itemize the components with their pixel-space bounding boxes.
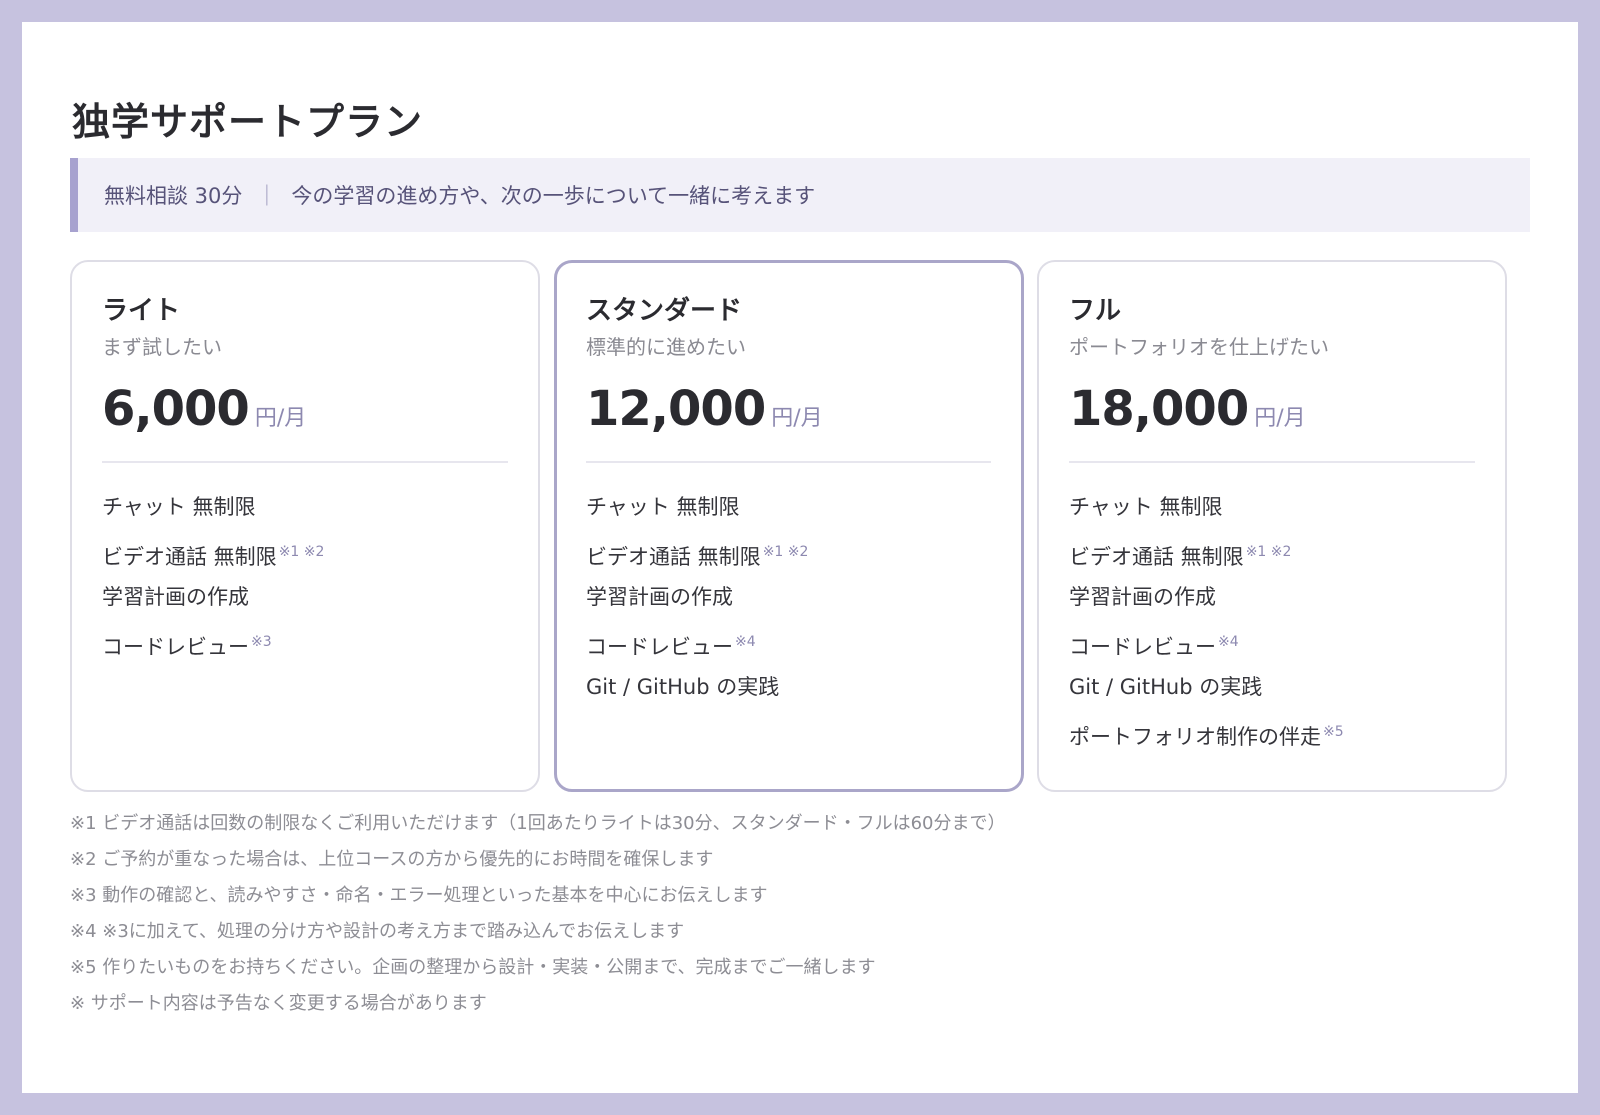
plan-card-light: ライト まず試したい 6,000 円/月 チャット 無制限 ビデオ通話 無制限 ※… [70, 260, 540, 792]
banner-lead: 無料相談 30分 [104, 184, 243, 208]
feature-item: ビデオ通話 無制限 ※1 ※2 [586, 530, 991, 575]
feature-label: Git / GitHub の実践 [586, 675, 780, 700]
feature-item: Git / GitHub の実践 [1069, 665, 1475, 710]
footnote: ※5 作りたいものをお持ちください。企画の整理から設計・実装・公開まで、完成まで… [70, 957, 876, 978]
feature-label: コードレビュー [586, 635, 733, 660]
price-row: 6,000 円/月 [102, 385, 508, 433]
feature-label: 学習計画の作成 [1069, 585, 1216, 610]
footnote: ※1 ビデオ通話は回数の制限なくご利用いただけます（1回あたりライトは30分、ス… [70, 813, 1006, 834]
footnote: ※4 ※3に加えて、処理の分け方や設計の考え方まで踏み込んでお伝えします [70, 921, 685, 942]
feature-label: チャット 無制限 [586, 495, 740, 520]
footnote-mark: ※4 [1218, 634, 1239, 651]
feature-label: チャット 無制限 [1069, 495, 1223, 520]
price-unit: 円/月 [771, 406, 823, 432]
footnote: ※3 動作の確認と、読みやすさ・命名・エラー処理といった基本を中心にお伝えします [70, 885, 768, 906]
footnote-mark: ※5 [1323, 724, 1344, 741]
feature-list: チャット 無制限 ビデオ通話 無制限 ※1 ※2 学習計画の作成 コードレビュー ※… [586, 485, 991, 710]
price-unit: 円/月 [254, 406, 307, 432]
divider [1069, 461, 1475, 464]
plan-card-full: フル ポートフォリオを仕上げたい 18,000 円/月 チャット 無制限 ビデオ… [1037, 260, 1507, 792]
feature-label: チャット 無制限 [102, 495, 256, 520]
feature-item: 学習計画の作成 [586, 575, 991, 620]
price-unit: 円/月 [1254, 406, 1306, 432]
feature-item: Git / GitHub の実践 [586, 665, 991, 710]
pricing-page: 独学サポートプラン 無料相談 30分 ｜ 今の学習の進め方や、次の一歩について一… [22, 22, 1578, 1093]
page-title: 独学サポートプラン [72, 100, 424, 144]
plan-subtitle: ポートフォリオを仕上げたい [1069, 335, 1329, 360]
feature-item: コードレビュー ※4 [1069, 620, 1475, 665]
feature-item: ポートフォリオ制作の伴走 ※5 [1069, 710, 1475, 755]
plan-subtitle: 標準的に進めたい [586, 335, 746, 360]
feature-item: チャット 無制限 [1069, 485, 1475, 530]
plan-price: 6,000 [102, 381, 250, 438]
plan-price: 18,000 [1069, 381, 1249, 438]
plan-card-standard: スタンダード 標準的に進めたい 12,000 円/月 チャット 無制限 ビデオ通… [554, 260, 1024, 792]
free-consultation-banner: 無料相談 30分 ｜ 今の学習の進め方や、次の一歩について一緒に考えます [70, 158, 1530, 232]
footnote: ※2 ご予約が重なった場合は、上位コースの方から優先的にお時間を確保します [70, 849, 714, 870]
footnote-mark: ※3 [251, 634, 272, 651]
feature-item: チャット 無制限 [102, 485, 508, 530]
banner-text: 今の学習の進め方や、次の一歩について一緒に考えます [291, 184, 816, 208]
feature-label: ポートフォリオ制作の伴走 [1069, 725, 1321, 750]
footnote-mark: ※1 ※2 [278, 544, 325, 561]
divider [586, 461, 991, 464]
feature-item: ビデオ通話 無制限 ※1 ※2 [1069, 530, 1475, 575]
price-row: 12,000 円/月 [586, 385, 991, 433]
feature-label: ビデオ通話 無制限 [586, 545, 761, 570]
feature-item: コードレビュー ※4 [586, 620, 991, 665]
feature-label: コードレビュー [1069, 635, 1216, 660]
plan-name: フル [1069, 296, 1122, 326]
footnotes: ※1 ビデオ通話は回数の制限なくご利用いただけます（1回あたりライトは30分、ス… [70, 806, 1006, 1022]
plan-subtitle: まず試したい [102, 335, 222, 360]
feature-list: チャット 無制限 ビデオ通話 無制限 ※1 ※2 学習計画の作成 コードレビュー ※… [1069, 485, 1475, 755]
price-row: 18,000 円/月 [1069, 385, 1475, 433]
feature-label: 学習計画の作成 [586, 585, 733, 610]
feature-item: 学習計画の作成 [1069, 575, 1475, 620]
feature-item: 学習計画の作成 [102, 575, 508, 620]
feature-label: Git / GitHub の実践 [1069, 675, 1263, 700]
feature-item: チャット 無制限 [586, 485, 991, 530]
footnote-mark: ※1 ※2 [762, 544, 809, 561]
plan-price: 12,000 [586, 381, 766, 438]
footnote-mark: ※1 ※2 [1245, 544, 1292, 561]
plan-name: ライト [102, 296, 181, 326]
feature-item: ビデオ通話 無制限 ※1 ※2 [102, 530, 508, 575]
footnote: ※ サポート内容は予告なく変更する場合があります [70, 993, 487, 1014]
feature-label: ビデオ通話 無制限 [1069, 545, 1244, 570]
feature-item: コードレビュー ※3 [102, 620, 508, 665]
feature-list: チャット 無制限 ビデオ通話 無制限 ※1 ※2 学習計画の作成 コードレビュー ※… [102, 485, 508, 665]
feature-label: 学習計画の作成 [102, 585, 249, 610]
feature-label: ビデオ通話 無制限 [102, 545, 277, 570]
footnote-mark: ※4 [735, 634, 756, 651]
banner-separator: ｜ [256, 184, 278, 208]
plan-name: スタンダード [586, 296, 743, 326]
feature-label: コードレビュー [102, 635, 249, 660]
divider [102, 461, 508, 464]
